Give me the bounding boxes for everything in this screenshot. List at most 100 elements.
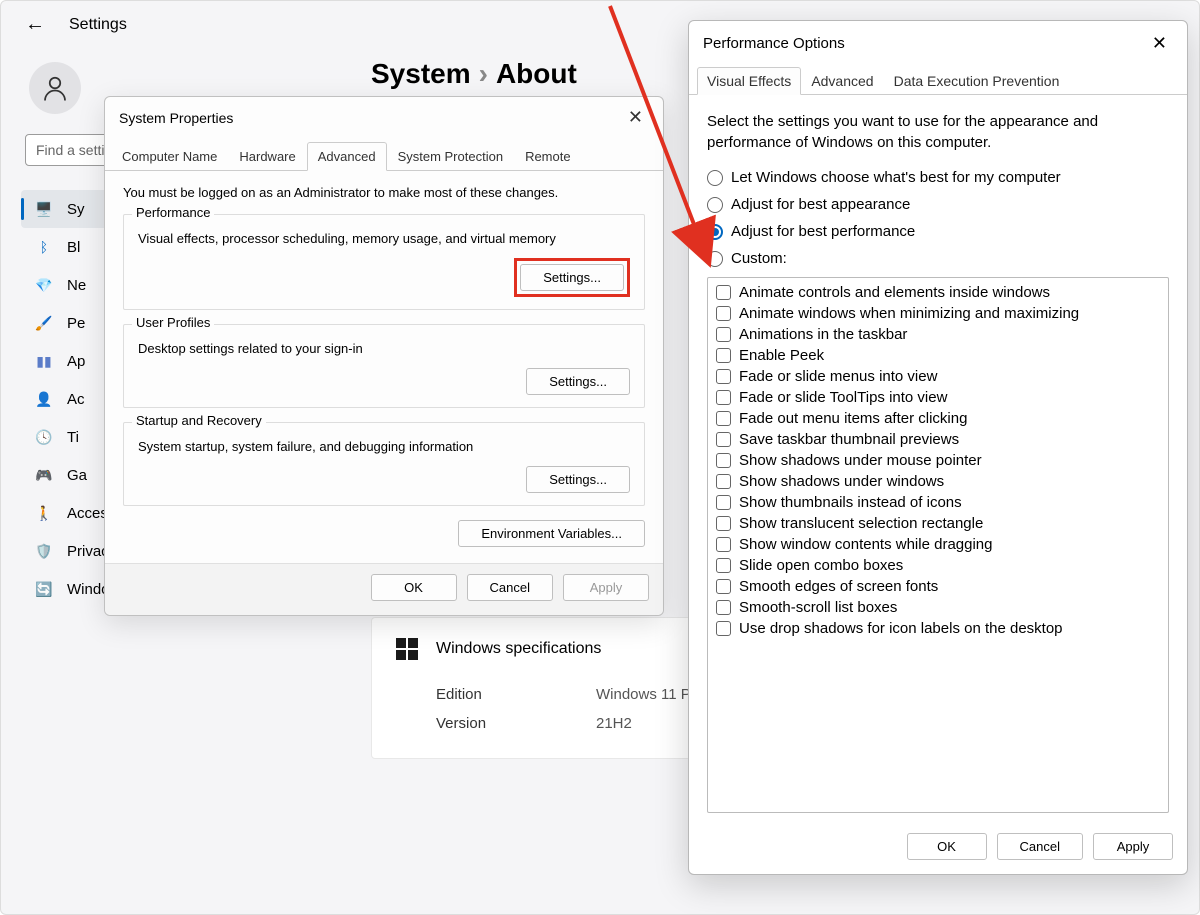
ok-button[interactable]: OK [907,833,987,860]
radio-let-windows-choose-what-s-best-for-my-computer[interactable]: Let Windows choose what's best for my co… [707,169,1169,186]
sysprop-title: System Properties [119,110,233,126]
checkbox-label: Save taskbar thumbnail previews [739,431,959,448]
checkbox-icon [716,306,731,321]
group-legend: Startup and Recovery [132,413,266,428]
close-icon[interactable]: ✕ [1146,33,1173,54]
checkbox-icon [716,285,731,300]
apply-button[interactable]: Apply [1093,833,1173,860]
checkbox-icon [716,432,731,447]
radio-label: Let Windows choose what's best for my co… [731,169,1061,186]
checkbox-option[interactable]: Animate controls and elements inside win… [714,282,1162,303]
radio-adjust-for-best-appearance[interactable]: Adjust for best appearance [707,196,1169,213]
nav-icon: ▮▮ [35,352,53,370]
settings-button[interactable]: Settings... [526,466,630,493]
checkbox-icon [716,453,731,468]
nav-label: Ap [67,353,85,370]
nav-icon: 🚶 [35,504,53,522]
group-performance: Performance Visual effects, processor sc… [123,214,645,310]
group-desc: Desktop settings related to your sign-in [138,341,630,356]
admin-note: You must be logged on as an Administrato… [123,185,645,200]
checkbox-option[interactable]: Show window contents while dragging [714,534,1162,555]
checkbox-option[interactable]: Show translucent selection rectangle [714,513,1162,534]
tab-remote[interactable]: Remote [514,142,582,171]
checkbox-option[interactable]: Smooth edges of screen fonts [714,576,1162,597]
checkbox-icon [716,579,731,594]
checkbox-icon [716,390,731,405]
checkbox-icon [716,537,731,552]
checkbox-option[interactable]: Fade or slide ToolTips into view [714,387,1162,408]
system-properties-dialog: System Properties ✕ Computer NameHardwar… [104,96,664,616]
checkbox-option[interactable]: Enable Peek [714,345,1162,366]
checkbox-option[interactable]: Use drop shadows for icon labels on the … [714,618,1162,639]
breadcrumb-root[interactable]: System [371,58,471,89]
close-icon[interactable]: ✕ [622,107,649,128]
windows-logo-icon [396,638,418,660]
checkbox-icon [716,558,731,573]
checkbox-option[interactable]: Animations in the taskbar [714,324,1162,345]
visual-effects-list[interactable]: Animate controls and elements inside win… [707,277,1169,813]
checkbox-label: Fade out menu items after clicking [739,410,967,427]
checkbox-option[interactable]: Show thumbnails instead of icons [714,492,1162,513]
radio-icon [707,170,723,186]
nav-label: Ga [67,467,87,484]
nav-icon: 👤 [35,390,53,408]
settings-button[interactable]: Settings... [526,368,630,395]
checkbox-label: Show thumbnails instead of icons [739,494,962,511]
spec-value: 21H2 [596,715,632,732]
checkbox-option[interactable]: Animate windows when minimizing and maxi… [714,303,1162,324]
checkbox-option[interactable]: Slide open combo boxes [714,555,1162,576]
checkbox-option[interactable]: Fade out menu items after clicking [714,408,1162,429]
apply-button[interactable]: Apply [563,574,649,601]
radio-label: Custom: [731,250,787,267]
checkbox-option[interactable]: Show shadows under mouse pointer [714,450,1162,471]
checkbox-icon [716,348,731,363]
checkbox-label: Fade or slide menus into view [739,368,937,385]
nav-icon: 🖌️ [35,314,53,332]
nav-label: Ne [67,277,86,294]
checkbox-option[interactable]: Save taskbar thumbnail previews [714,429,1162,450]
checkbox-label: Enable Peek [739,347,824,364]
ok-button[interactable]: OK [371,574,457,601]
tab-system-protection[interactable]: System Protection [387,142,515,171]
radio-adjust-for-best-performance[interactable]: Adjust for best performance [707,223,1169,240]
radio-icon [707,251,723,267]
checkbox-label: Animate windows when minimizing and maxi… [739,305,1079,322]
group-desc: System startup, system failure, and debu… [138,439,630,454]
checkbox-icon [716,369,731,384]
tab-data-execution-prevention[interactable]: Data Execution Prevention [884,67,1070,95]
back-arrow-icon[interactable]: ← [25,13,45,36]
cancel-button[interactable]: Cancel [997,833,1083,860]
group-startup-and-recovery: Startup and Recovery System startup, sys… [123,422,645,506]
tab-visual-effects[interactable]: Visual Effects [697,67,801,95]
checkbox-label: Animate controls and elements inside win… [739,284,1050,301]
radio-custom[interactable]: Custom: [707,250,1169,267]
radio-label: Adjust for best appearance [731,196,910,213]
nav-icon: 🎮 [35,466,53,484]
tab-computer-name[interactable]: Computer Name [111,142,228,171]
nav-label: Bl [67,239,80,256]
checkbox-option[interactable]: Smooth-scroll list boxes [714,597,1162,618]
checkbox-option[interactable]: Fade or slide menus into view [714,366,1162,387]
checkbox-icon [716,411,731,426]
environment-variables-button[interactable]: Environment Variables... [458,520,645,547]
tab-advanced[interactable]: Advanced [307,142,387,171]
tab-advanced[interactable]: Advanced [801,67,883,95]
radio-icon [707,197,723,213]
checkbox-label: Show shadows under mouse pointer [739,452,982,469]
checkbox-label: Show shadows under windows [739,473,944,490]
group-desc: Visual effects, processor scheduling, me… [138,231,630,246]
avatar-icon [29,62,81,114]
cancel-button[interactable]: Cancel [467,574,553,601]
nav-icon: ᛒ [35,238,53,256]
spec-label: Version [436,715,596,732]
checkbox-label: Animations in the taskbar [739,326,907,343]
checkbox-label: Smooth-scroll list boxes [739,599,897,616]
nav-icon: 🖥️ [35,200,53,218]
settings-button[interactable]: Settings... [520,264,624,291]
group-legend: User Profiles [132,315,214,330]
checkbox-option[interactable]: Show shadows under windows [714,471,1162,492]
nav-label: Sy [67,201,85,218]
tab-hardware[interactable]: Hardware [228,142,306,171]
nav-label: Pe [67,315,85,332]
nav-icon: 💎 [35,276,53,294]
